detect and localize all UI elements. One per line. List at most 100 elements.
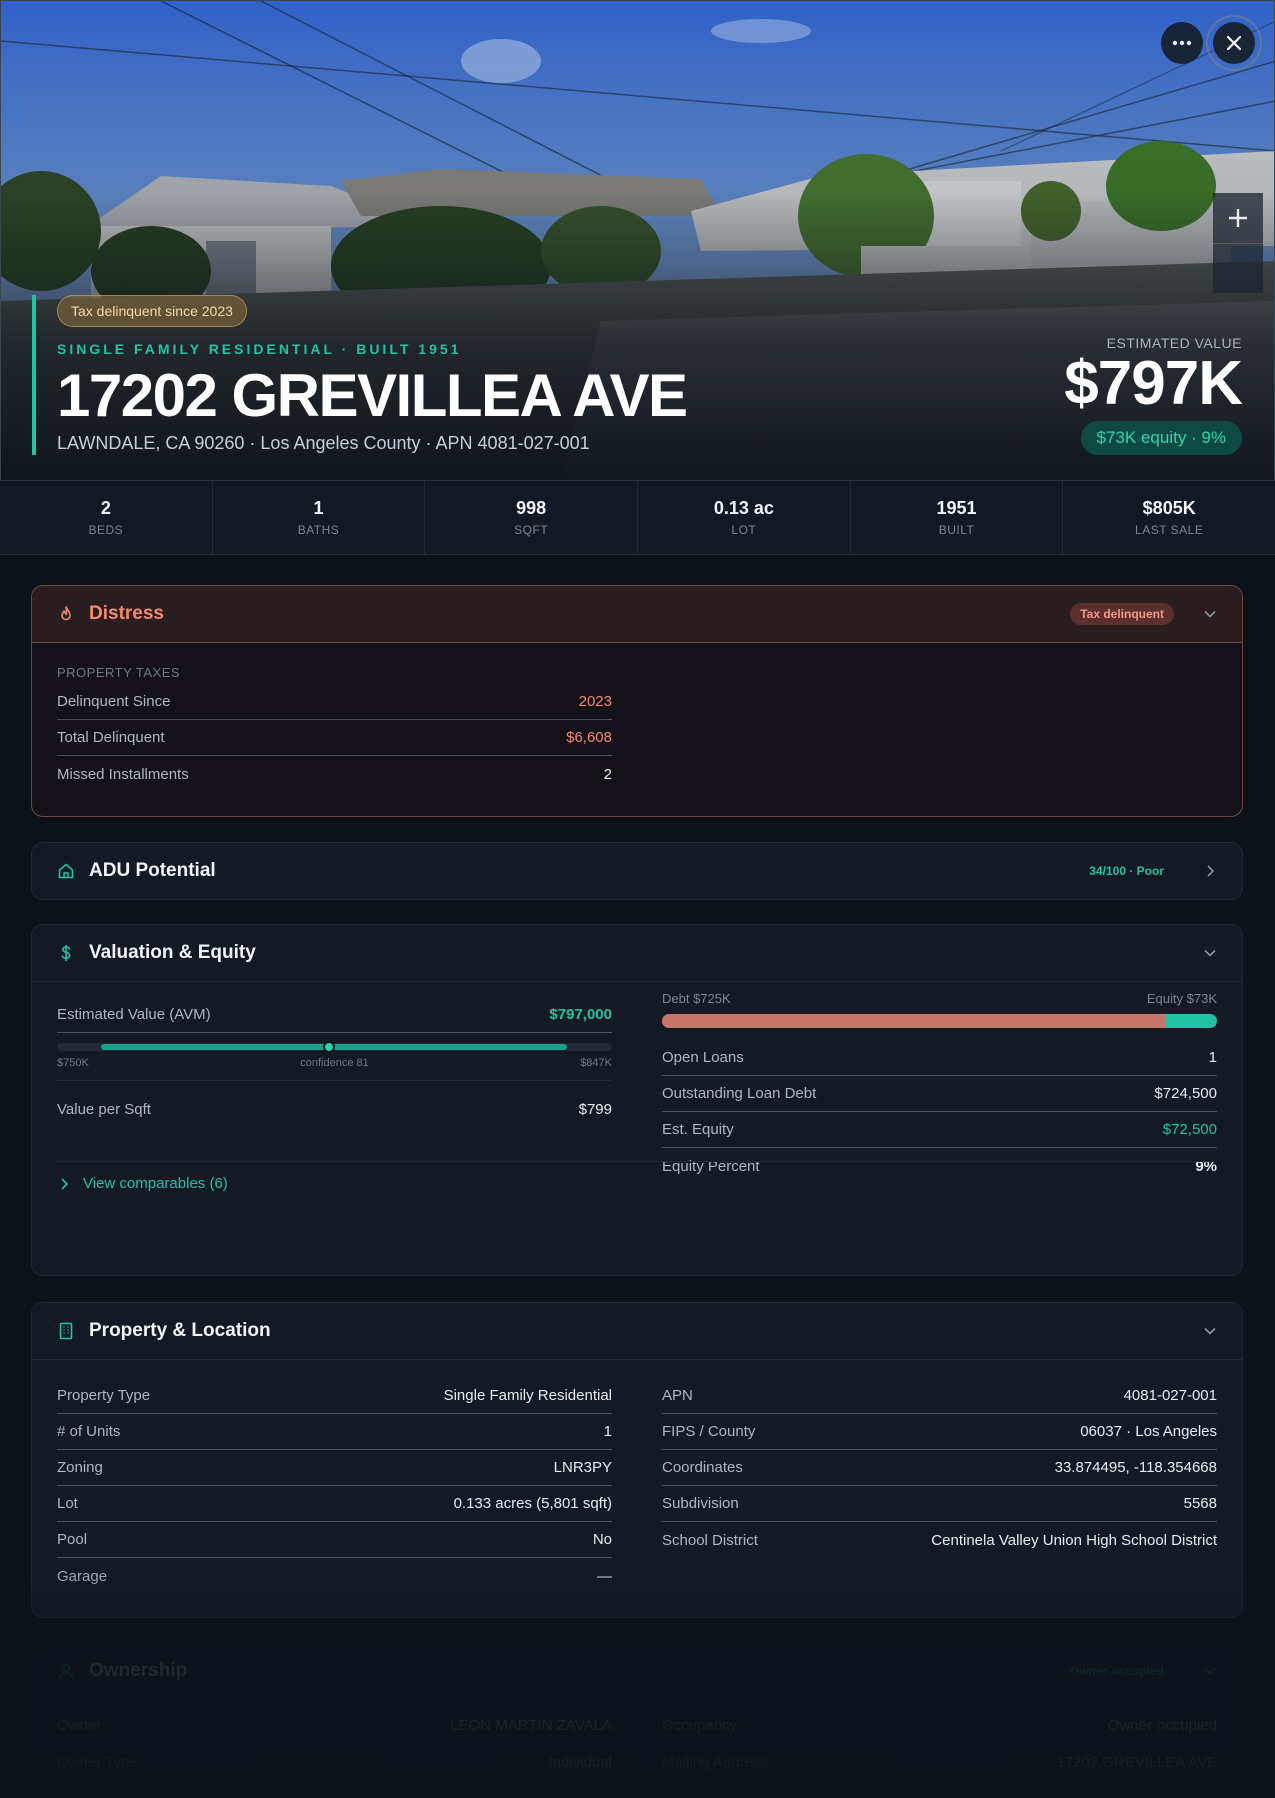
address-subtitle: LAWNDALE, CA 90260 · Los Angeles County …	[57, 433, 590, 453]
table-row: # of Units 1	[57, 1414, 612, 1450]
table-row: Occupancy Owner-occupied	[662, 1708, 1217, 1744]
table-row: Equity Percent 9%	[662, 1157, 1217, 1175]
chevron-down-icon[interactable]	[1203, 1324, 1217, 1338]
property-body: Property Type Single Family Residential #…	[32, 1359, 1242, 1585]
adu-title: ADU Potential	[89, 860, 216, 881]
adu-header[interactable]: ADU Potential 34/100 · Poor	[32, 843, 1242, 899]
chevron-down-icon[interactable]	[1203, 946, 1217, 960]
plus-icon	[1229, 209, 1247, 227]
property-left-column: Property Type Single Family Residential #…	[57, 1378, 612, 1594]
avm-range-labels: $750K confidence 81 $847K	[57, 1057, 612, 1069]
table-row: Coordinates 33.874495, -118.354668	[662, 1450, 1217, 1486]
occupancy-badge: Owner-occupied	[1069, 1664, 1164, 1678]
table-row: Lot 0.133 acres (5,801 sqft)	[57, 1486, 612, 1522]
zoom-out-button[interactable]	[1213, 243, 1263, 293]
table-row: Delinquent Since 2023	[57, 684, 612, 720]
confidence-label: confidence 81	[300, 1057, 369, 1069]
table-row: Zoning LNR3PY	[57, 1450, 612, 1486]
stats-bar: 2 BEDS 1 BATHS 998 SQFT 0.13 ac LOT 1951 BUIL…	[0, 480, 1275, 555]
ownership-header[interactable]: Ownership Owner-occupied	[32, 1643, 1242, 1699]
chevron-right-icon	[61, 1177, 69, 1190]
chevron-down-icon[interactable]	[1203, 607, 1217, 621]
close-button[interactable]	[1206, 15, 1262, 71]
stat-built: 1951 BUILT	[851, 481, 1064, 554]
table-row: Owner LEON MARTIN ZAVALA	[57, 1708, 612, 1744]
ownership-title: Ownership	[89, 1660, 188, 1681]
ownership-card: Ownership Owner-occupied Owner LEON MARTI…	[31, 1642, 1243, 1798]
equity-section: Debt $725K Equity $73K Open Loans 1 Outst…	[662, 991, 1217, 1184]
table-row: School District Centinela Valley Union Hi…	[662, 1531, 1217, 1549]
stat-baths: 1 BATHS	[213, 481, 426, 554]
debt-equity-bar	[662, 1014, 1217, 1028]
ownership-left-column: Owner LEON MARTIN ZAVALA Owner Type Indivi…	[57, 1708, 612, 1780]
valuation-header[interactable]: Valuation & Equity	[32, 925, 1242, 981]
valuation-card: Valuation & Equity Estimated Value (AVM)…	[31, 924, 1243, 1276]
range-low: $750K	[57, 1057, 89, 1069]
table-row: APN 4081-027-001	[662, 1378, 1217, 1414]
table-row: Total Delinquent $6,608	[57, 720, 612, 756]
equity-label: Equity $73K	[1146, 991, 1217, 1006]
more-icon	[1172, 40, 1192, 46]
debt-label: Debt $725K	[662, 991, 731, 1006]
distress-header[interactable]: Distress Tax delinquent	[32, 586, 1242, 642]
ownership-body: Owner LEON MARTIN ZAVALA Owner Type Indivi…	[32, 1699, 1242, 1771]
home-icon	[57, 862, 75, 880]
property-taxes-section: PROPERTY TAXES Delinquent Since 2023 Tota…	[57, 665, 612, 792]
valuation-body: Estimated Value (AVM) $797,000 $750K con…	[32, 981, 1242, 1192]
table-row: Mailing Address 17202 GREVILLEA AVE	[662, 1753, 1217, 1771]
hero-accent-bar	[32, 295, 36, 455]
divider	[57, 1161, 1217, 1162]
estimated-value: $797K	[1064, 349, 1243, 418]
view-comparables-link[interactable]: View comparables (6)	[57, 1175, 228, 1192]
fire-icon	[57, 605, 75, 623]
range-high: $847K	[580, 1057, 612, 1069]
chevron-right-icon[interactable]	[1203, 864, 1217, 878]
property-taxes-label: PROPERTY TAXES	[57, 665, 181, 680]
table-row: Missed Installments 2	[57, 765, 612, 783]
value-per-sqft-row: Value per Sqft $799	[57, 1100, 612, 1118]
property-header[interactable]: Property & Location	[32, 1303, 1242, 1359]
property-location-card: Property & Location Property Type Single …	[31, 1302, 1243, 1618]
table-row: Garage —	[57, 1567, 612, 1585]
page-title: 17202 GREVILLEA AVE	[57, 362, 688, 429]
property-right-column: APN 4081-027-001 FIPS / County 06037 · Los…	[662, 1378, 1217, 1558]
map-zoom-control	[1213, 193, 1263, 293]
more-button[interactable]	[1161, 22, 1203, 64]
close-icon	[1226, 35, 1242, 51]
distress-badge: Tax delinquent	[1070, 603, 1174, 625]
equity-segment	[1166, 1014, 1217, 1028]
adu-score-badge: 34/100 · Poor	[1089, 864, 1164, 878]
property-kicker: SINGLE FAMILY RESIDENTIAL · BUILT 1951	[57, 341, 462, 357]
dollar-icon	[57, 944, 75, 962]
equity-pill: $73K equity · 9%	[1080, 421, 1242, 455]
avm-section: Estimated Value (AVM) $797,000 $750K con…	[57, 997, 612, 1137]
zoom-in-button[interactable]	[1213, 193, 1263, 243]
adu-card[interactable]: ADU Potential 34/100 · Poor	[31, 842, 1243, 900]
avm-marker	[323, 1041, 335, 1053]
user-icon	[57, 1662, 75, 1680]
table-row: Owner Type Individual	[57, 1753, 612, 1771]
table-row: Subdivision 5568	[662, 1486, 1217, 1522]
stat-beds: 2 BEDS	[0, 481, 213, 554]
ownership-right-column: Occupancy Owner-occupied Mailing Address 1…	[662, 1708, 1217, 1780]
hero-header: Tax delinquent since 2023 SINGLE FAMILY …	[0, 0, 1275, 480]
stat-sqft: 998 SQFT	[425, 481, 639, 554]
table-row: Est. Equity $72,500	[662, 1112, 1217, 1148]
stat-last-sale: $805K LAST SALE	[1135, 498, 1204, 537]
stat-lot: 0.13 ac LOT	[638, 481, 851, 554]
avm-range-bar	[57, 1041, 612, 1053]
distress-body: PROPERTY TAXES Delinquent Since 2023 Tota…	[32, 642, 1242, 783]
table-row: FIPS / County 06037 · Los Angeles	[662, 1414, 1217, 1450]
chevron-down-icon[interactable]	[1203, 1664, 1217, 1678]
tax-delinquent-badge: Tax delinquent since 2023	[57, 295, 247, 327]
table-row: Property Type Single Family Residential	[57, 1378, 612, 1414]
distress-card: Distress Tax delinquent PROPERTY TAXES D…	[31, 585, 1243, 817]
debt-segment	[662, 1014, 1167, 1028]
table-row: Outstanding Loan Debt $724,500	[662, 1076, 1217, 1112]
valuation-title: Valuation & Equity	[89, 942, 256, 963]
avm-row: Estimated Value (AVM) $797,000	[57, 997, 612, 1033]
property-title: Property & Location	[89, 1320, 271, 1341]
equity-bar-labels: Debt $725K Equity $73K	[662, 991, 1217, 1006]
table-row: Open Loans 1	[662, 1040, 1217, 1076]
table-row: Pool No	[57, 1522, 612, 1558]
